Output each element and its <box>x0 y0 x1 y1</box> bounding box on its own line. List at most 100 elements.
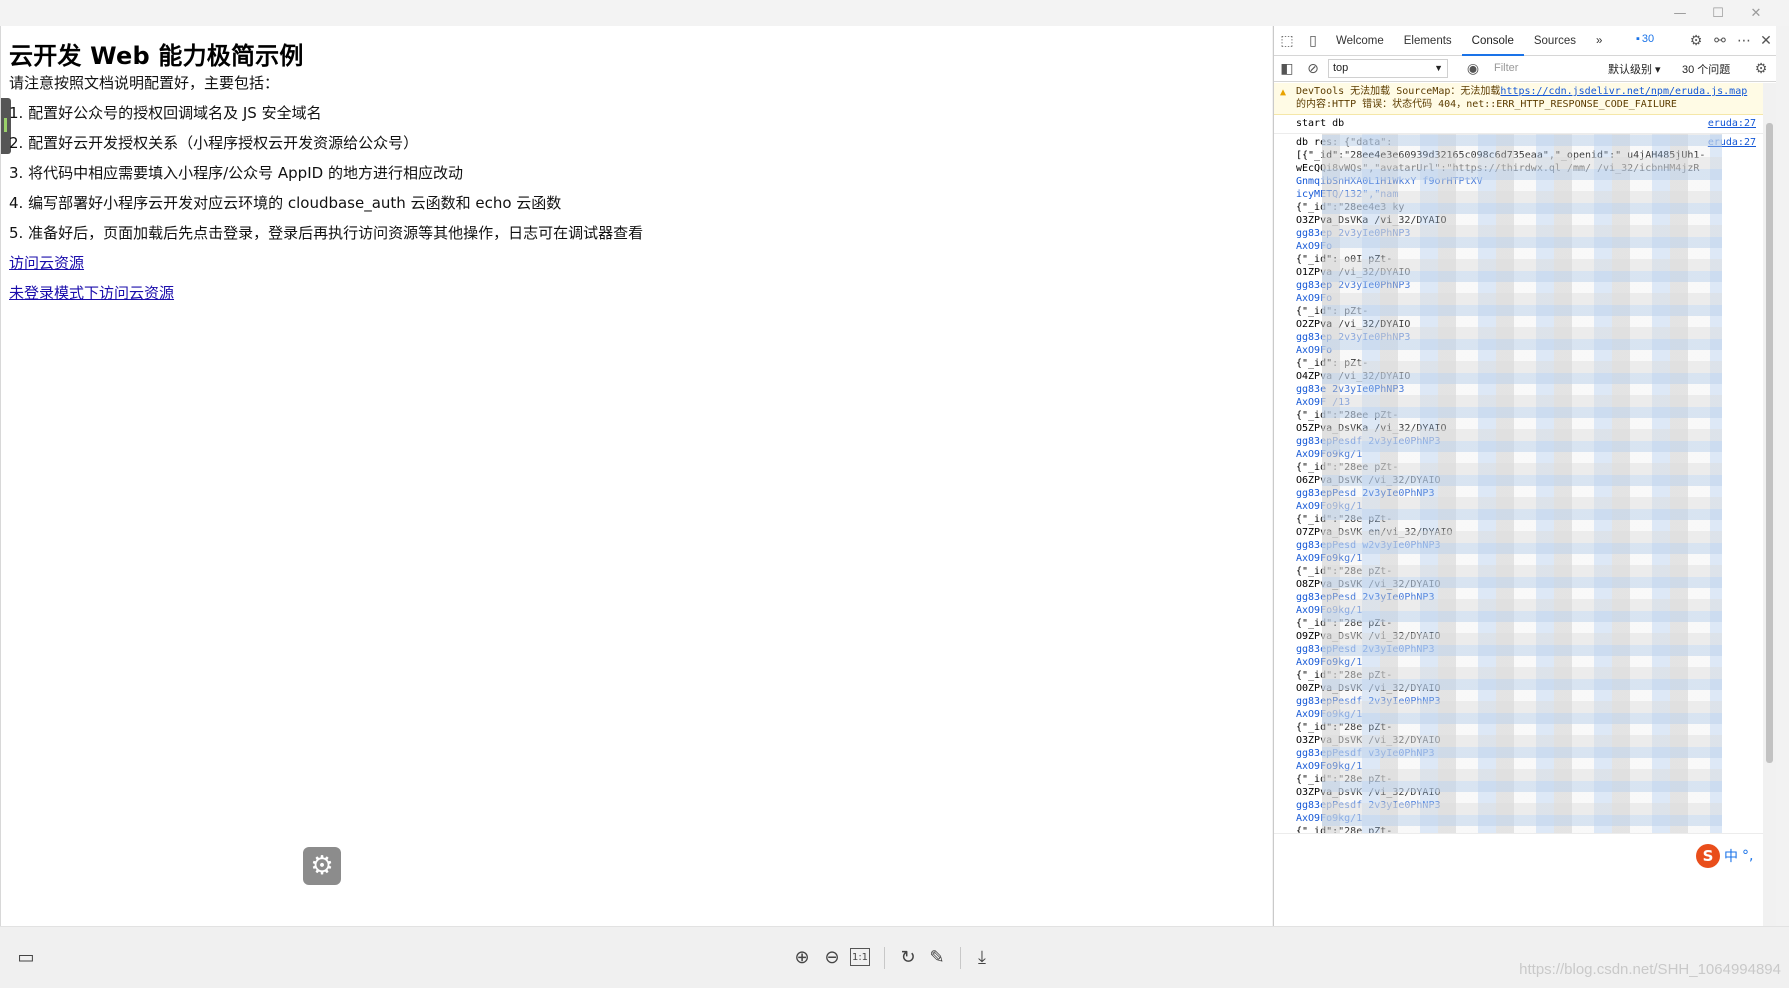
db-result-line: {"_id":"28e pZt- <box>1296 722 1393 733</box>
db-result-line: gg83epPesd 2v3yIe0PhNP3 <box>1296 488 1435 499</box>
tab-elements[interactable]: Elements <box>1394 26 1462 56</box>
tab-welcome[interactable]: Welcome <box>1326 26 1394 56</box>
db-result-line: AxO9Fo9kg/1 <box>1296 657 1363 668</box>
warning-prefix: DevTools 无法加载 SourceMap：无法加载 <box>1296 86 1501 97</box>
issues-button[interactable]: 30 个问题 <box>1682 61 1730 77</box>
db-result-line: {"_id": o0I pZt- <box>1296 254 1393 265</box>
db-result-line: {"_id":"28e pZt- <box>1296 514 1393 525</box>
db-result-line: O3ZPva_DsVKa /vi_32/DYAIO <box>1296 215 1447 226</box>
more-tabs-chevron-icon[interactable]: » <box>1586 26 1612 56</box>
console-scrollbar[interactable] <box>1763 83 1776 926</box>
db-result-line: O2ZPva /vi_32/DYAIO <box>1296 319 1411 330</box>
actual-size-icon[interactable]: 1:1 <box>850 948 870 966</box>
ime-toolbar[interactable]: S 中 °, <box>1696 844 1753 868</box>
db-result-line: GnmqibSnHXA0L1H1WkxY f9orHTPtXV <box>1296 176 1483 187</box>
tab-sources[interactable]: Sources <box>1524 26 1586 56</box>
access-cloud-link[interactable]: 访问云资源 <box>9 252 84 273</box>
zoom-out-icon[interactable]: ⊖ <box>820 945 844 969</box>
db-result-line: {"_id":"28e pZt- <box>1296 826 1393 834</box>
viewer-toolbar: ▭ ⊕ ⊖ 1:1 ↻ ✎ ⤓ https://blog.csdn.net/SH… <box>0 926 1789 988</box>
edit-icon[interactable]: ✎ <box>925 945 949 969</box>
window-controls: — ☐ ✕ <box>1661 2 1775 24</box>
log-text: db res: {"data": <box>1296 137 1393 148</box>
maximize-icon[interactable]: ☐ <box>1699 2 1737 24</box>
device-toolbar-icon[interactable]: ▯ <box>1300 28 1326 54</box>
console-settings-icon[interactable]: ⚙ <box>1748 56 1774 82</box>
db-result-line: gg83ep 2v3yIe0PhNP3 <box>1296 228 1411 239</box>
db-result-line: gg83epPesdf 2v3yIe0PhNP3 <box>1296 800 1441 811</box>
sidebar-toggle-icon[interactable]: ◧ <box>1274 56 1300 82</box>
rotate-icon[interactable]: ↻ <box>896 945 920 969</box>
inspect-element-icon[interactable]: ⬚ <box>1274 28 1300 54</box>
db-result-line: {"_id": pZt- <box>1296 306 1369 317</box>
log-source-link[interactable]: eruda:27 <box>1708 136 1756 149</box>
console-log-row: db res: {"data": eruda:27 [{"_id":"28ee4… <box>1274 134 1764 834</box>
db-result-line: AxO9Fo9kg/1 <box>1296 501 1363 512</box>
db-result-line: [{"_id":"28ee4e3e60939d32165c098c6d735ea… <box>1296 150 1706 161</box>
db-result-line: {"_id":"28e pZt- <box>1296 774 1393 785</box>
context-select[interactable]: top ▼ <box>1328 59 1448 78</box>
db-result-line: AxO9F /13 <box>1296 397 1351 408</box>
web-page: 云开发 Web 能力极简示例 请注意按照文档说明配置好，主要包括： 1. 配置好… <box>0 26 1272 926</box>
intro-text: 请注意按照文档说明配置好，主要包括： <box>9 74 280 92</box>
db-result-line: gg83e 2v3yIe0PhNP3 <box>1296 384 1405 395</box>
db-result-line: AxO9Fo9kg/1 <box>1296 761 1363 772</box>
more-options-icon[interactable]: ⋯ <box>1732 28 1756 54</box>
minimize-icon[interactable]: — <box>1661 2 1699 24</box>
clear-console-icon[interactable]: ⊘ <box>1300 56 1326 82</box>
thumbnail-icon[interactable]: ▭ <box>14 945 38 969</box>
devtools-panel: ⬚ ▯ Welcome Elements Console Sources » ▪… <box>1273 26 1776 926</box>
warning-icon: ▲ <box>1280 87 1287 98</box>
db-result-line: AxO9Fo9kg/1 <box>1296 449 1363 460</box>
tab-console[interactable]: Console <box>1461 26 1524 56</box>
db-result-line: {"_id":"28e pZt- <box>1296 670 1393 681</box>
log-text: start db <box>1296 118 1345 129</box>
db-result-line: wEcQQi8vWQs","avatarUrl":"https://thirdw… <box>1296 163 1700 174</box>
filter-input[interactable]: Filter <box>1490 59 1600 78</box>
scrollbar-thumb[interactable] <box>1766 123 1773 763</box>
zoom-in-icon[interactable]: ⊕ <box>790 945 814 969</box>
db-result-line: O6ZPva_DsVK /vi_32/DYAIO <box>1296 475 1441 486</box>
db-result-line: {"_id":"28e pZt- <box>1296 566 1393 577</box>
console-warning: ▲ DevTools 无法加载 SourceMap：无法加载https://cd… <box>1274 83 1764 115</box>
warning-line-1: DevTools 无法加载 SourceMap：无法加载https://cdn.… <box>1296 85 1760 98</box>
log-level-select[interactable]: 默认级别 ▾ <box>1608 61 1661 77</box>
db-result-line: AxO9Fo9kg/1 <box>1296 605 1363 616</box>
db-result-line: AxO9Fo <box>1296 293 1333 304</box>
db-result-line: {"_id": pZt- <box>1296 358 1369 369</box>
toolbar-divider <box>884 947 885 969</box>
remote-devices-icon[interactable]: ⚯ <box>1708 28 1732 54</box>
gear-icon[interactable]: ⚙ <box>303 847 341 885</box>
close-icon[interactable]: ✕ <box>1737 2 1775 24</box>
db-result-line: AxO9Fo <box>1296 241 1333 252</box>
warning-suffix: 的内容:HTTP 错误：状态代码 404，net::ERR_HTTP_RESPO… <box>1296 99 1677 110</box>
log-source-link[interactable]: eruda:27 <box>1708 117 1756 130</box>
db-result-line: gg83epPesdf 2v3yIe0PhNP3 <box>1296 696 1441 707</box>
step-5: 5. 准备好后，页面加载后先点击登录，登录后再执行访问资源等其他操作，日志可在调… <box>9 224 644 242</box>
db-result-line: AxO9Fo9kg/1 <box>1296 813 1363 824</box>
devtools-tab-bar: ⬚ ▯ Welcome Elements Console Sources » ▪… <box>1274 26 1776 56</box>
db-result-line: O9ZPva_DsVK /vi_32/DYAIO <box>1296 631 1441 642</box>
step-1: 1. 配置好公众号的授权回调域名及 JS 安全域名 <box>9 104 322 122</box>
step-3: 3. 将代码中相应需要填入小程序/公众号 AppID 的地方进行相应改动 <box>9 164 463 182</box>
settings-gear-icon[interactable]: ⚙ <box>1684 28 1708 54</box>
issues-badge-count: 30 <box>1641 33 1655 45</box>
warning-url-link[interactable]: https://cdn.jsdelivr.net/npm/eruda.js.ma… <box>1500 86 1747 97</box>
ime-punct[interactable]: °, <box>1742 848 1753 864</box>
download-icon[interactable]: ⤓ <box>970 945 994 969</box>
close-devtools-icon[interactable]: ✕ <box>1754 28 1776 54</box>
db-result-line: O1ZPva /vi_32/DYAIO <box>1296 267 1411 278</box>
step-2: 2. 配置好云开发授权关系（小程序授权云开发资源给公众号） <box>9 134 419 152</box>
step-4: 4. 编写部署好小程序云开发对应云环境的 cloudbase_auth 云函数和… <box>9 194 562 212</box>
db-result-line: {"_id":"28ee pZt- <box>1296 410 1399 421</box>
access-cloud-anon-link[interactable]: 未登录模式下访问云资源 <box>9 282 174 303</box>
eye-icon[interactable]: ◉ <box>1460 56 1486 82</box>
ime-mode[interactable]: 中 <box>1724 846 1738 866</box>
db-result-lines: [{"_id":"28ee4e3e60939d32165c098c6d735ea… <box>1296 149 1760 834</box>
console-output: ▲ DevTools 无法加载 SourceMap：无法加载https://cd… <box>1274 83 1764 926</box>
db-result-line: icyMETQ/132","nam <box>1296 189 1399 200</box>
db-result-line: {"_id":"28e pZt- <box>1296 618 1393 629</box>
db-result-line: AxO9Fo <box>1296 345 1333 356</box>
issues-badge[interactable]: ▪ 30 <box>1636 33 1654 45</box>
db-result-line: O3ZPva_DsVK /vi_32/DYAIO <box>1296 787 1441 798</box>
